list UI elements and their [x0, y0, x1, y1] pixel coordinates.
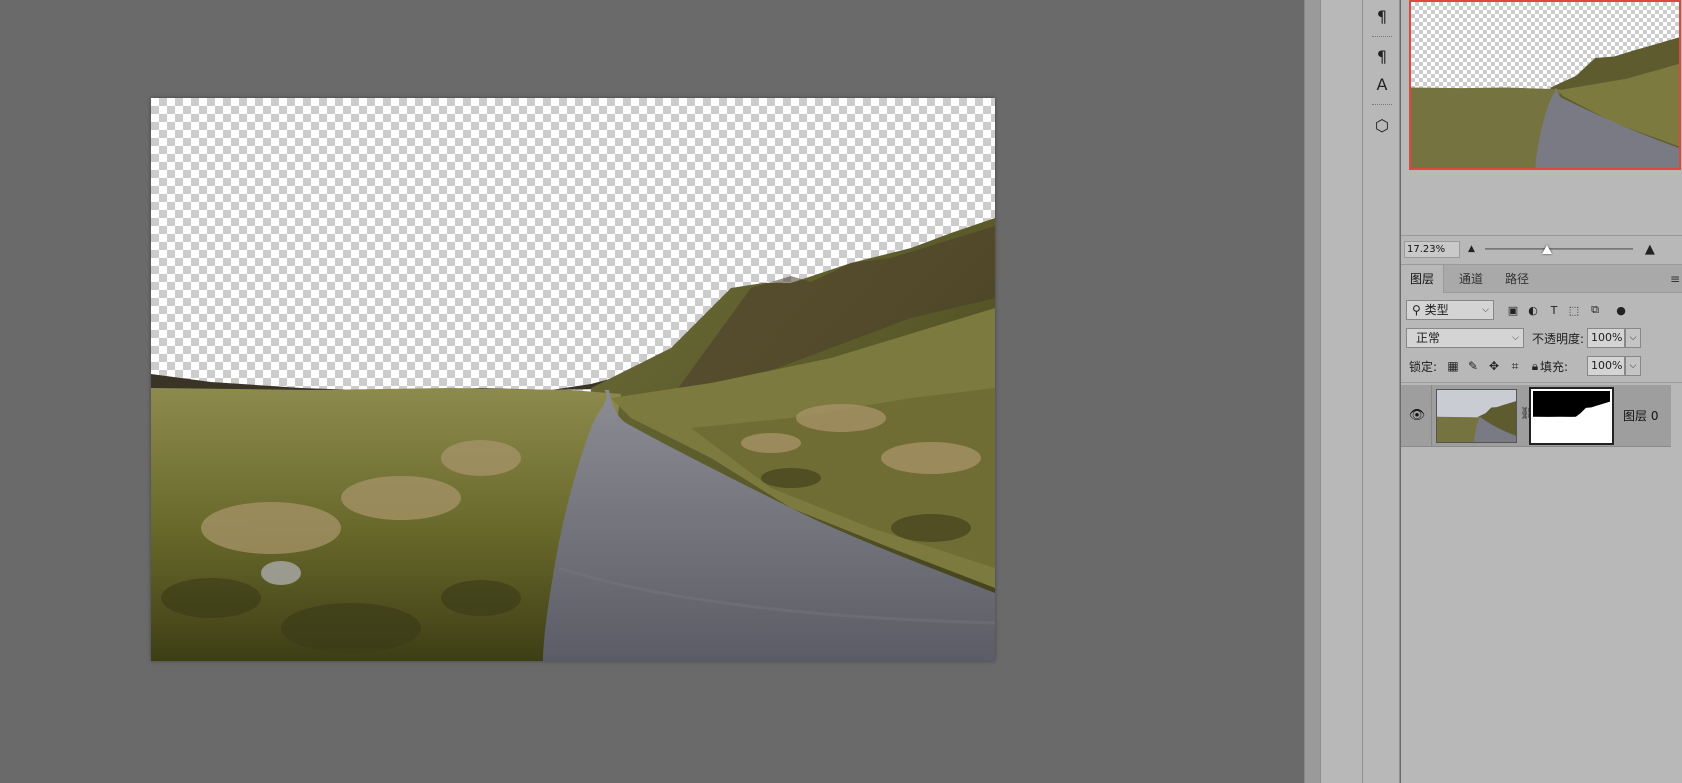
- right-panel: ▲ ▲ 图层 通道 路径 ≡ ⚲ 类型 ⌵ ▣ ◐ T ⬚ ⧉ ●: [1401, 0, 1682, 783]
- workspace-scrollbar[interactable]: [1304, 0, 1320, 783]
- strip-grip[interactable]: [1372, 36, 1392, 38]
- image-filter-icon[interactable]: ▣: [1505, 302, 1521, 318]
- shape-filter-icon[interactable]: ⬚: [1566, 302, 1582, 318]
- blend-row: 正常 ⌵ 不透明度: 100% ⌵: [1401, 328, 1682, 350]
- canvas-workspace[interactable]: [0, 0, 1304, 783]
- chevron-down-icon: ⌵: [1512, 333, 1519, 343]
- fill-label: 填充:: [1540, 360, 1569, 374]
- layer-name: 图层 0: [1623, 409, 1659, 423]
- lock-transparent-pixels-icon[interactable]: ▦: [1444, 357, 1462, 375]
- layers-panel: 图层 通道 路径 ≡ ⚲ 类型 ⌵ ▣ ◐ T ⬚ ⧉ ● 正常 ⌵ 不透明度:…: [1401, 264, 1682, 783]
- zoom-input[interactable]: [1404, 240, 1460, 258]
- blend-mode-value: 正常: [1416, 331, 1441, 345]
- navigator-thumbnail: [1411, 37, 1679, 168]
- fill-dropdown[interactable]: ⌵: [1625, 356, 1641, 376]
- layer-row[interactable]: 👁︎ ⛓ 图层 0: [1401, 385, 1671, 447]
- layer-filter-select[interactable]: ⚲ 类型 ⌵: [1406, 300, 1494, 320]
- opacity-label: 不透明度:: [1532, 332, 1585, 346]
- filter-label: 类型: [1424, 303, 1449, 317]
- small-mountain-icon[interactable]: ▲: [1468, 244, 1475, 254]
- zoom-slider-thumb[interactable]: [1542, 245, 1553, 254]
- layer-divider: [1431, 385, 1432, 447]
- layers-panel-tabs: 图层 通道 路径 ≡: [1401, 265, 1682, 293]
- eye-icon[interactable]: 👁︎: [1407, 405, 1427, 425]
- lock-image-pixels-icon[interactable]: ✎: [1464, 357, 1482, 375]
- strip-grip[interactable]: [1372, 104, 1392, 106]
- navigator-panel: [1401, 0, 1682, 236]
- zoom-slider[interactable]: [1484, 243, 1633, 255]
- document-canvas[interactable]: [151, 98, 995, 661]
- large-mountain-icon[interactable]: ▲: [1645, 242, 1655, 257]
- layer-mask-thumbnail[interactable]: [1529, 387, 1614, 445]
- smart-object-filter-icon[interactable]: ⧉: [1587, 302, 1603, 318]
- layer-list: 👁︎ ⛓ 图层 0: [1401, 382, 1682, 783]
- panel-menu-icon[interactable]: ≡: [1670, 272, 1680, 286]
- 3d-cube-icon[interactable]: ⬡: [1368, 113, 1396, 137]
- zoom-controls: ▲ ▲: [1401, 238, 1682, 260]
- tab-paths[interactable]: 路径: [1496, 265, 1538, 293]
- chevron-down-icon: ⌵: [1482, 305, 1489, 315]
- blend-mode-select[interactable]: 正常 ⌵: [1406, 328, 1524, 348]
- search-icon: ⚲: [1412, 303, 1425, 317]
- landscape-image: [151, 218, 995, 661]
- layer-thumbnail-image: [1437, 390, 1516, 442]
- paragraph-styles-icon[interactable]: ¶: [1368, 44, 1396, 68]
- layer-filter-row: ⚲ 类型 ⌵ ▣ ◐ T ⬚ ⧉ ●: [1401, 300, 1682, 322]
- opacity-field[interactable]: 100%: [1587, 328, 1625, 348]
- tab-channels[interactable]: 通道: [1450, 265, 1492, 293]
- panel-icon-strip: ¶ ¶ A ⬡: [1362, 0, 1400, 783]
- lock-row: 锁定: ▦ ✎ ✥ ⌗ 🔒︎ 填充: 100% ⌵: [1401, 356, 1682, 378]
- layer-mask-image: [1533, 391, 1610, 441]
- opacity-dropdown[interactable]: ⌵: [1625, 328, 1641, 348]
- paragraph-icon[interactable]: ¶: [1368, 4, 1396, 28]
- character-styles-icon[interactable]: A: [1368, 72, 1396, 96]
- navigator-preview[interactable]: [1409, 0, 1681, 170]
- lock-position-icon[interactable]: ✥: [1485, 357, 1503, 375]
- type-filter-icon[interactable]: T: [1546, 302, 1562, 318]
- panel-dock-gutter: [1320, 0, 1362, 783]
- lock-label: 锁定:: [1409, 360, 1438, 374]
- adjustment-filter-icon[interactable]: ◐: [1525, 302, 1541, 318]
- fill-field[interactable]: 100%: [1587, 356, 1625, 376]
- lock-artboard-icon[interactable]: ⌗: [1506, 357, 1524, 375]
- tab-layers[interactable]: 图层: [1401, 265, 1445, 293]
- layer-thumbnail[interactable]: [1436, 389, 1517, 443]
- zoom-slider-track: [1484, 248, 1633, 250]
- filter-toggle-icon[interactable]: ●: [1613, 302, 1629, 318]
